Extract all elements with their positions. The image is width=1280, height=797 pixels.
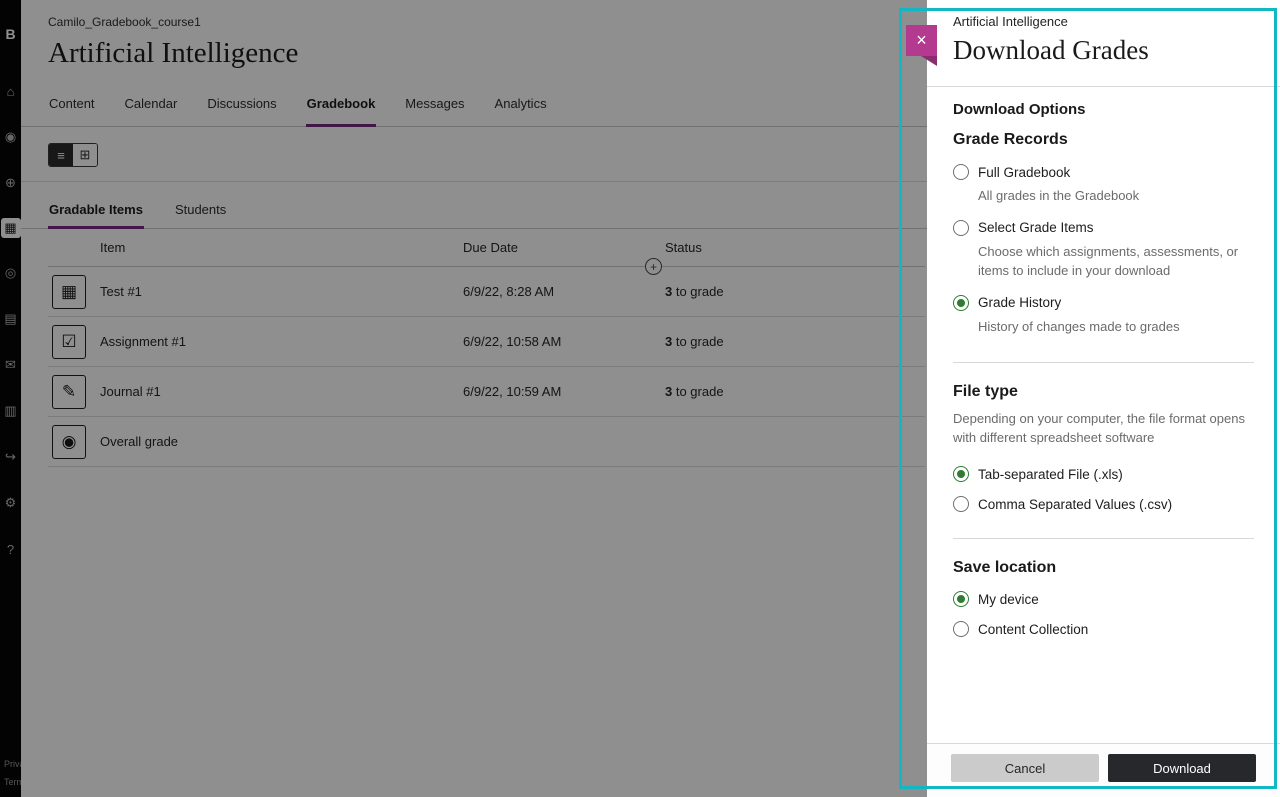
section-divider [953,362,1254,363]
radio-comma-separated-csv[interactable]: Comma Separated Values (.csv) [953,496,1254,512]
radio-label: My device [978,592,1039,607]
radio-label: Full Gradebook [978,165,1070,180]
radio-full-gradebook[interactable]: Full Gradebook [953,164,1254,180]
panel-footer: Cancel Download [927,743,1280,797]
radio-description: All grades in the Gradebook [978,187,1254,206]
radio-icon [953,621,969,637]
radio-description: History of changes made to grades [978,318,1254,337]
radio-content-collection[interactable]: Content Collection [953,621,1254,637]
radio-grade-history[interactable]: Grade History [953,295,1254,311]
panel-header: Artificial Intelligence Download Grades [927,0,1280,87]
radio-label: Tab-separated File (.xls) [978,467,1123,482]
panel-body: Download Options Grade Records Full Grad… [927,87,1280,743]
radio-select-grade-items[interactable]: Select Grade Items [953,220,1254,236]
radio-label: Content Collection [978,622,1088,637]
radio-label: Select Grade Items [978,220,1094,235]
close-icon: × [916,30,927,50]
panel-title: Download Grades [953,35,1254,66]
radio-my-device[interactable]: My device [953,591,1254,607]
grade-records-heading: Grade Records [953,131,1254,149]
close-panel-button[interactable]: × [906,25,937,56]
file-type-description: Depending on your computer, the file for… [953,410,1253,448]
radio-icon [953,164,969,180]
radio-tab-separated-xls[interactable]: Tab-separated File (.xls) [953,466,1254,482]
cancel-button[interactable]: Cancel [951,754,1099,782]
download-grades-panel: Artificial Intelligence Download Grades … [927,0,1280,797]
radio-icon [953,591,969,607]
radio-icon [953,496,969,512]
app-window: B ⌂ ◉ ⊕ ▦ ◎ ▤ ✉ ▥ ↪ ⚙ ? Privacy Terms Ca… [0,0,1280,797]
download-options-heading: Download Options [953,101,1254,118]
file-type-heading: File type [953,383,1254,401]
radio-icon [953,466,969,482]
radio-icon [953,295,969,311]
radio-label: Comma Separated Values (.csv) [978,497,1172,512]
panel-course-context: Artificial Intelligence [953,14,1254,29]
radio-icon [953,220,969,236]
radio-description: Choose which assignments, assessments, o… [978,243,1254,281]
radio-label: Grade History [978,295,1061,310]
save-location-heading: Save location [953,559,1254,577]
download-button[interactable]: Download [1108,754,1256,782]
section-divider [953,538,1254,539]
